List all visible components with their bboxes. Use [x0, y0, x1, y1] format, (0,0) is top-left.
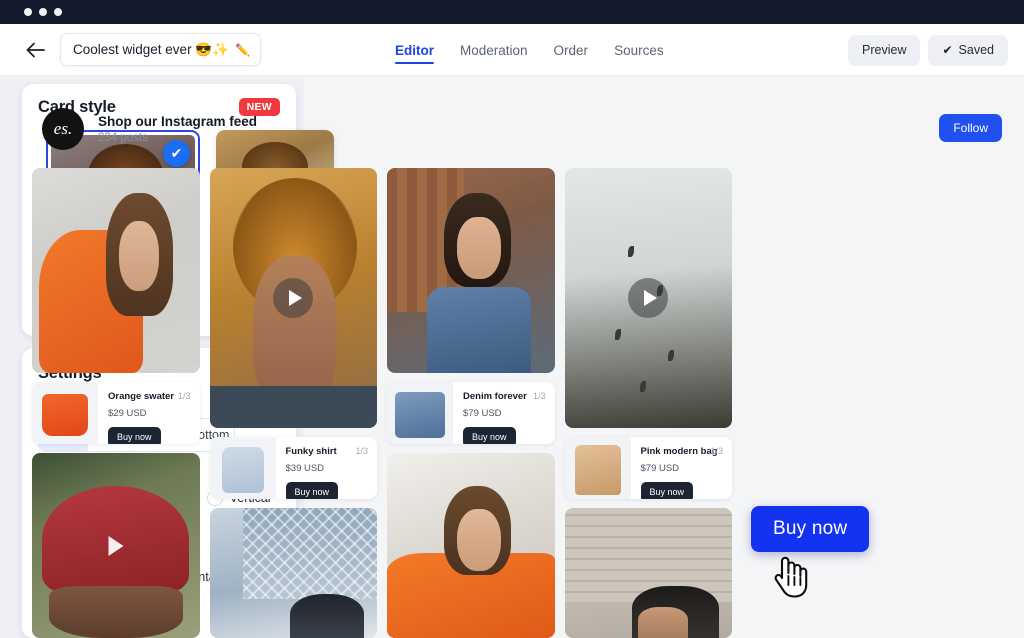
window-titlebar [0, 0, 1024, 24]
saved-button[interactable]: ✔ Saved [928, 35, 1008, 66]
tab-editor[interactable]: Editor [395, 24, 434, 76]
feed-column-3: Denim forever 1/3 $79 USD Buy now [387, 168, 555, 638]
play-icon [273, 278, 313, 318]
product-body-orange-swater: Orange swater 1/3 $29 USD Buy now [98, 382, 200, 444]
feed-photo-brick-wall[interactable] [565, 508, 733, 638]
tab-order[interactable]: Order [554, 24, 589, 76]
product-price: $79 USD [641, 463, 724, 474]
product-card-funky-shirt[interactable]: Funky shirt 1/3 $39 USD Buy now [210, 437, 378, 499]
feed-photo-curly-hair-video[interactable] [210, 168, 378, 428]
product-count: 1/3 [533, 391, 546, 401]
product-card-pink-modern-bag[interactable]: Pink modern bag 1/3 $79 USD Buy now [565, 437, 733, 499]
photo-face [457, 217, 501, 279]
pencil-icon[interactable]: ✏️ [235, 44, 250, 56]
arrow-left-icon [26, 42, 45, 58]
play-icon [628, 278, 668, 318]
photo-face [457, 509, 501, 572]
photo-brick [565, 508, 733, 602]
buy-now-button[interactable]: Buy now [108, 427, 161, 444]
photo-head [290, 594, 364, 638]
feed-header: es. Shop our Instagram feed 234 posts [42, 108, 257, 150]
page-body: Card style NEW [0, 76, 1024, 638]
feed-photo-denim-jacket[interactable] [387, 168, 555, 373]
buy-now-button[interactable]: Buy now [463, 427, 516, 444]
feed-column-4: Pink modern bag 1/3 $79 USD Buy now [565, 168, 733, 638]
product-count: 1/3 [355, 446, 368, 456]
tab-sources[interactable]: Sources [614, 24, 664, 76]
product-card-denim-forever[interactable]: Denim forever 1/3 $79 USD Buy now [387, 382, 555, 444]
product-count: 1/3 [178, 391, 191, 401]
brand-avatar: es. [42, 108, 84, 150]
photo-net [243, 508, 377, 599]
photo-leaf [640, 381, 646, 392]
main-tabs: Editor Moderation Order Sources [395, 24, 664, 76]
photo-jacket [427, 287, 531, 373]
coat-art [575, 445, 621, 495]
feed-header-text: Shop our Instagram feed 234 posts [98, 114, 257, 144]
product-body-funky-shirt: Funky shirt 1/3 $39 USD Buy now [276, 437, 378, 499]
denim-art [395, 392, 445, 438]
photo-leaf [628, 246, 634, 257]
product-body-pink-modern-bag: Pink modern bag 1/3 $79 USD Buy now [631, 437, 733, 499]
product-image-denim-forever [387, 382, 453, 444]
hand-pointer-icon [769, 552, 809, 598]
feed-photo-red-beanie[interactable] [32, 453, 200, 638]
product-price: $29 USD [108, 408, 191, 419]
feed-photo-orange-sweater-2[interactable] [387, 453, 555, 638]
product-image-orange-swater [32, 382, 98, 444]
app-window: Coolest widget ever 😎✨ ✏️ Editor Moderat… [0, 0, 1024, 638]
feed-photo-white-shirt-video[interactable] [565, 168, 733, 428]
buy-now-button[interactable]: Buy now [641, 482, 694, 499]
back-button[interactable] [18, 33, 52, 67]
product-body-denim-forever: Denim forever 1/3 $79 USD Buy now [453, 382, 555, 444]
feed-grid: Orange swater 1/3 $29 USD Buy now [32, 168, 732, 638]
photo-leaf [615, 329, 621, 340]
feed-column-2: Funky shirt 1/3 $39 USD Buy now [210, 168, 378, 638]
feed-posts-count: 234 posts [98, 132, 257, 144]
follow-button[interactable]: Follow [939, 114, 1002, 142]
photo-leaf [668, 350, 674, 361]
product-image-pink-modern-bag [565, 437, 631, 499]
product-image-funky-shirt [210, 437, 276, 499]
tab-moderation[interactable]: Moderation [460, 24, 528, 76]
widget-title-text: Coolest widget ever 😎✨ [73, 42, 229, 58]
photo-face [119, 221, 159, 291]
window-dot-close[interactable] [24, 8, 32, 16]
buy-now-button[interactable]: Buy now [286, 482, 339, 499]
toolbar-actions: Preview ✔ Saved [848, 24, 1008, 76]
photo-shirt [210, 386, 378, 428]
product-card-orange-swater[interactable]: Orange swater 1/3 $29 USD Buy now [32, 382, 200, 444]
window-dot-minimize[interactable] [39, 8, 47, 16]
product-price: $79 USD [463, 408, 546, 419]
photo-face [638, 607, 688, 638]
window-dot-maximize[interactable] [54, 8, 62, 16]
check-icon: ✔ [942, 43, 952, 57]
feed-column-1: Orange swater 1/3 $29 USD Buy now [32, 168, 200, 638]
preview-button[interactable]: Preview [848, 35, 920, 66]
shirt-art [222, 447, 264, 493]
photo-face [49, 586, 183, 638]
saved-label: Saved [959, 43, 994, 57]
sweater-art [42, 394, 88, 436]
product-count: 1/3 [710, 446, 723, 456]
play-icon [108, 536, 123, 556]
widget-title-field[interactable]: Coolest widget ever 😎✨ ✏️ [60, 33, 261, 66]
feed-photo-orange-sweater[interactable] [32, 168, 200, 373]
product-price: $39 USD [286, 463, 369, 474]
buy-now-callout[interactable]: Buy now [751, 506, 869, 552]
feed-photo-net-court[interactable] [210, 508, 378, 638]
feed-title: Shop our Instagram feed [98, 114, 257, 129]
